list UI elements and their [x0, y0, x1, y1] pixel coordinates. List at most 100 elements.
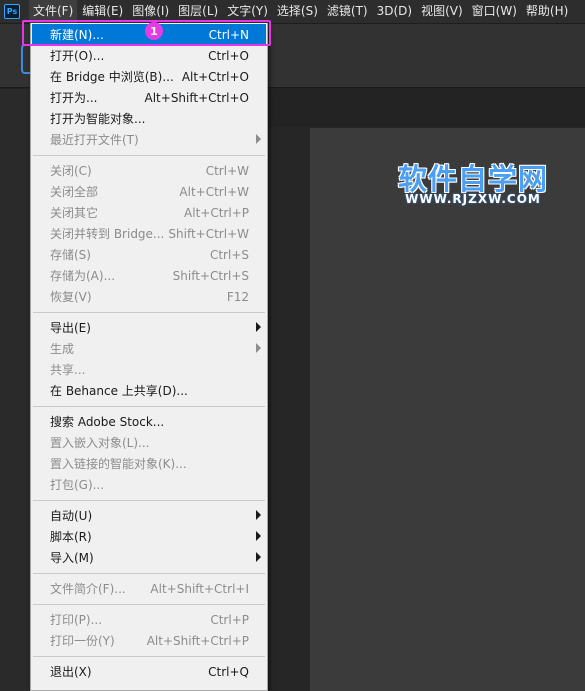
menu-items: 文件(F) 编辑(E) 图像(I) 图层(L) 文字(Y) 选择(S) 滤镜(T) 3D(D)…: [29, 0, 573, 23]
menu-item-shortcut: Alt+Shift+Ctrl+O: [144, 90, 249, 105]
file-menu-item[interactable]: 打印一份(Y) Alt+Shift+Ctrl+P: [32, 630, 266, 651]
file-menu-item[interactable]: 恢复(V) F12: [32, 286, 266, 307]
menu-10[interactable]: 帮助(H): [522, 0, 572, 23]
file-menu-item[interactable]: 在 Bridge 中浏览(B)... Alt+Ctrl+O: [32, 66, 266, 87]
menu-item-shortcut: Alt+Ctrl+P: [184, 205, 249, 220]
file-menu-item[interactable]: 打开(O)... Ctrl+O: [32, 45, 266, 66]
file-menu-item[interactable]: 生成: [32, 338, 266, 359]
menu-item-label: 生成: [50, 342, 75, 356]
file-menu-item[interactable]: 自动(U): [32, 505, 266, 526]
menu-item-shortcut: Alt+Ctrl+W: [179, 184, 249, 199]
menu-item-label: 在 Behance 上共享(D)...: [50, 384, 188, 398]
file-menu-item[interactable]: 导出(E): [32, 317, 266, 338]
menu-item-shortcut: Ctrl+O: [208, 48, 249, 63]
file-menu-item[interactable]: 存储(S) Ctrl+S: [32, 244, 266, 265]
menu-separator: [33, 573, 265, 574]
file-menu-dropdown: 新建(N)... Ctrl+N 打开(O)... Ctrl+O 在 Bridge 中浏览…: [30, 23, 268, 691]
submenu-arrow-icon: [256, 552, 261, 562]
file-menu-item[interactable]: 退出(X) Ctrl+Q: [32, 661, 266, 682]
file-menu-item[interactable]: 最近打开文件(T): [32, 129, 266, 150]
photoshop-logo-icon[interactable]: Ps: [4, 4, 20, 19]
menu-9[interactable]: 窗口(W): [468, 0, 521, 23]
submenu-arrow-icon: [256, 531, 261, 541]
menu-5[interactable]: 选择(S): [273, 0, 322, 23]
menu-item-label: 存储为(A)...: [50, 269, 116, 283]
menu-item-label: 关闭全部: [50, 185, 99, 199]
file-menu-item[interactable]: 搜索 Adobe Stock...: [32, 411, 266, 432]
menu-item-shortcut: Ctrl+S: [209, 247, 249, 262]
menu-item-label: 存储(S): [50, 248, 91, 262]
document-tab-bar: [268, 89, 585, 127]
menu-item-label: 搜索 Adobe Stock...: [50, 415, 165, 429]
menu-separator: [33, 604, 265, 605]
file-menu-item[interactable]: 共享...: [32, 359, 266, 380]
menu-item-label: 在 Bridge 中浏览(B)...: [50, 70, 174, 84]
menu-item-label: 共享...: [50, 363, 86, 377]
menu-2[interactable]: 图像(I): [128, 0, 173, 23]
step-badge: 1: [145, 22, 163, 40]
menu-3[interactable]: 图层(L): [174, 0, 222, 23]
menu-item-label: 打开(O)...: [50, 49, 105, 63]
menu-separator: [33, 155, 265, 156]
file-menu-item[interactable]: 存储为(A)... Shift+Ctrl+S: [32, 265, 266, 286]
menu-item-shortcut: Shift+Ctrl+S: [172, 268, 249, 283]
file-menu-item[interactable]: 打开为... Alt+Shift+Ctrl+O: [32, 87, 266, 108]
menu-item-shortcut: Ctrl+P: [210, 612, 249, 627]
file-menu-item[interactable]: 置入链接的智能对象(K)...: [32, 453, 266, 474]
menu-item-label: 自动(U): [50, 509, 93, 523]
menu-4[interactable]: 文字(Y): [223, 0, 272, 23]
menu-item-shortcut: Ctrl+W: [205, 163, 249, 178]
submenu-arrow-icon: [256, 510, 261, 520]
menu-0[interactable]: 文件(F): [29, 0, 78, 23]
menu-item-label: 关闭并转到 Bridge...: [50, 227, 165, 241]
menu-item-label: 置入嵌入对象(L)...: [50, 436, 150, 450]
menu-item-label: 关闭(C): [50, 164, 92, 178]
file-menu-item[interactable]: 打包(G)...: [32, 474, 266, 495]
menu-item-label: 打印(P)...: [50, 613, 103, 627]
menu-bar: Ps 文件(F) 编辑(E) 图像(I) 图层(L) 文字(Y) 选择(S) 滤镜(T) 3D…: [0, 0, 585, 24]
menu-item-label: 打开为智能对象...: [50, 112, 146, 126]
file-menu-item[interactable]: 打开为智能对象...: [32, 108, 266, 129]
menu-item-label: 打印一份(Y): [50, 634, 115, 648]
file-menu-item[interactable]: 打印(P)... Ctrl+P: [32, 609, 266, 630]
file-menu-item[interactable]: 关闭(C) Ctrl+W: [32, 160, 266, 181]
file-menu-item[interactable]: 关闭其它 Alt+Ctrl+P: [32, 202, 266, 223]
document-canvas: [310, 128, 585, 691]
menu-item-shortcut: Ctrl+Q: [208, 664, 249, 679]
menu-7[interactable]: 3D(D): [373, 0, 416, 23]
menu-item-label: 新建(N)...: [50, 28, 104, 42]
menu-item-label: 打包(G)...: [50, 478, 105, 492]
watermark-cn: 软件自学网: [398, 162, 549, 196]
file-menu-item[interactable]: 关闭全部 Alt+Ctrl+W: [32, 181, 266, 202]
menu-8[interactable]: 视图(V): [417, 0, 467, 23]
file-menu-item[interactable]: 置入嵌入对象(L)...: [32, 432, 266, 453]
menu-item-shortcut: Shift+Ctrl+W: [168, 226, 249, 241]
watermark-en: WWW.RJZXW.COM: [405, 192, 541, 206]
file-menu-item[interactable]: 文件简介(F)... Alt+Shift+Ctrl+I: [32, 578, 266, 599]
menu-item-label: 脚本(R): [50, 530, 92, 544]
menu-item-label: 打开为...: [50, 91, 98, 105]
file-menu-item[interactable]: 关闭并转到 Bridge... Shift+Ctrl+W: [32, 223, 266, 244]
menu-6[interactable]: 滤镜(T): [323, 0, 372, 23]
menu-item-label: 导出(E): [50, 321, 91, 335]
file-menu-item[interactable]: 在 Behance 上共享(D)...: [32, 380, 266, 401]
menu-separator: [33, 656, 265, 657]
menu-separator: [33, 500, 265, 501]
menu-item-label: 最近打开文件(T): [50, 133, 139, 147]
file-menu-item[interactable]: 脚本(R): [32, 526, 266, 547]
menu-1[interactable]: 编辑(E): [78, 0, 127, 23]
menu-item-shortcut: Alt+Shift+Ctrl+I: [150, 581, 249, 596]
file-menu-item[interactable]: 导入(M): [32, 547, 266, 568]
submenu-arrow-icon: [256, 322, 261, 332]
menu-item-shortcut: Ctrl+N: [208, 27, 249, 42]
menu-item-label: 导入(M): [50, 551, 94, 565]
menu-item-label: 关闭其它: [50, 206, 99, 220]
menu-item-label: 退出(X): [50, 665, 92, 679]
menu-item-label: 文件简介(F)...: [50, 582, 126, 596]
menu-item-shortcut: Alt+Ctrl+O: [181, 69, 249, 84]
submenu-arrow-icon: [256, 134, 261, 144]
menu-separator: [33, 312, 265, 313]
menu-item-shortcut: Alt+Shift+Ctrl+P: [146, 633, 249, 648]
menu-separator: [33, 406, 265, 407]
menu-item-label: 置入链接的智能对象(K)...: [50, 457, 187, 471]
